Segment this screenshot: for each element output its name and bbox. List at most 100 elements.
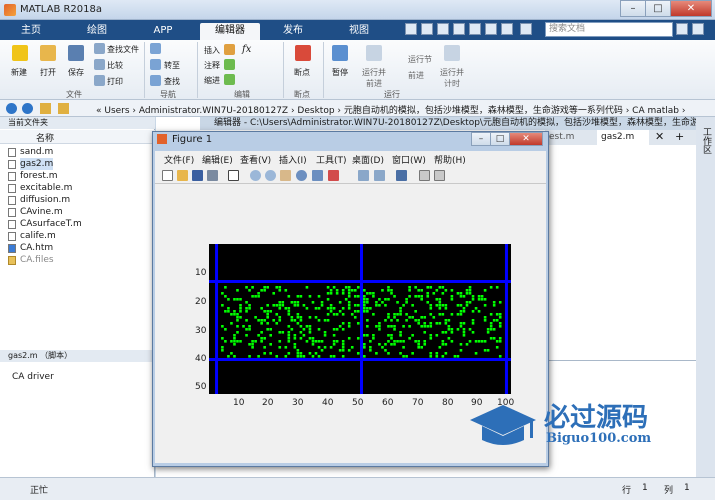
back-icon[interactable]: [6, 103, 17, 114]
add-tab-icon[interactable]: +: [675, 130, 684, 143]
quick-cut-icon[interactable]: [421, 23, 433, 35]
menu-insert[interactable]: 插入(I): [279, 153, 307, 166]
tab-apps[interactable]: APP: [138, 23, 188, 40]
open-button[interactable]: 打开: [40, 67, 56, 78]
browse-folder-icon[interactable]: [58, 103, 69, 114]
file-item[interactable]: CAvine.m: [8, 206, 63, 218]
goto-button[interactable]: 转至: [164, 60, 180, 71]
file-item[interactable]: diffusion.m: [8, 194, 70, 206]
address-path[interactable]: « Users › Administrator.WIN7U-20180127Z …: [96, 103, 685, 116]
tab-publish[interactable]: 发布: [268, 23, 318, 40]
pan-icon[interactable]: [280, 170, 291, 181]
switch-window-icon[interactable]: [501, 23, 513, 35]
insert-button[interactable]: 插入: [204, 45, 220, 56]
menu-help[interactable]: 帮助(H): [434, 153, 466, 166]
insert-icon[interactable]: [224, 44, 235, 55]
brush-icon[interactable]: [328, 170, 339, 181]
figure-maximize-button[interactable]: □: [490, 132, 510, 146]
pause-button[interactable]: 暂停: [332, 67, 348, 78]
link-plot-icon[interactable]: [358, 170, 369, 181]
help-icon[interactable]: [520, 23, 532, 35]
run-section-button[interactable]: 运行节: [408, 54, 432, 65]
save-button[interactable]: 保存: [68, 67, 84, 78]
print-button[interactable]: 打印: [107, 76, 123, 87]
compare-button[interactable]: 比较: [107, 60, 123, 71]
folder-item[interactable]: CA.files: [8, 254, 54, 266]
particle-cell: [356, 286, 360, 289]
tab-home[interactable]: 主页: [6, 23, 56, 40]
open-folder-icon[interactable]: [40, 45, 56, 61]
quick-copy-icon[interactable]: [437, 23, 449, 35]
file-item[interactable]: CA.htm: [8, 242, 53, 254]
colorbar-icon[interactable]: [374, 170, 385, 181]
find-files-button[interactable]: 查找文件: [107, 44, 139, 55]
tab-plots[interactable]: 绘图: [72, 23, 122, 40]
redo-icon[interactable]: [485, 23, 497, 35]
run-advance-button[interactable]: 运行并 前进: [362, 67, 386, 89]
file-item[interactable]: CAsurfaceT.m: [8, 218, 82, 230]
zoom-out-icon[interactable]: [265, 170, 276, 181]
data-cursor-icon[interactable]: [312, 170, 323, 181]
fx-button[interactable]: fx: [242, 44, 251, 55]
maximize-button[interactable]: □: [645, 0, 671, 17]
menu-file[interactable]: 文件(F): [164, 153, 194, 166]
print-figure-icon[interactable]: [207, 170, 218, 181]
undo-icon[interactable]: [469, 23, 481, 35]
percent-icon[interactable]: [224, 59, 235, 70]
minimize-button[interactable]: –: [620, 0, 646, 17]
workspace-sidebar[interactable]: 工作区: [696, 117, 715, 477]
back-arrow-icon[interactable]: [150, 43, 161, 54]
tab-est[interactable]: est.m: [549, 132, 574, 142]
hide-tools-icon[interactable]: [419, 170, 430, 181]
menu-edit[interactable]: 编辑(E): [202, 153, 233, 166]
breakpoints-icon[interactable]: [295, 45, 311, 61]
forward-icon[interactable]: [22, 103, 33, 114]
figure-close-button[interactable]: ✕: [509, 132, 543, 146]
close-button[interactable]: ✕: [670, 0, 712, 17]
open-icon[interactable]: [177, 170, 188, 181]
column-header[interactable]: 名称: [0, 130, 155, 144]
menu-window[interactable]: 窗口(W): [392, 153, 426, 166]
file-item[interactable]: sand.m: [8, 146, 53, 158]
close-tab-icon[interactable]: ✕: [655, 130, 664, 143]
file-item[interactable]: excitable.m: [8, 182, 72, 194]
save-icon[interactable]: [68, 45, 84, 61]
breakpoints-button[interactable]: 断点: [294, 67, 310, 78]
name-column-label[interactable]: 名称: [36, 131, 54, 144]
tab-view[interactable]: 视图: [334, 23, 384, 40]
new-figure-icon[interactable]: [162, 170, 173, 181]
advance-button[interactable]: 前进: [408, 70, 424, 81]
menu-view[interactable]: 查看(V): [240, 153, 271, 166]
quick-paste-icon[interactable]: [453, 23, 465, 35]
file-item-selected[interactable]: gas2.m: [8, 158, 54, 170]
search-icon[interactable]: [676, 23, 688, 35]
menu-desktop[interactable]: 桌面(D): [352, 153, 384, 166]
filter-icon[interactable]: [692, 23, 704, 35]
zoom-in-icon[interactable]: [250, 170, 261, 181]
save-figure-icon[interactable]: [192, 170, 203, 181]
rotate-icon[interactable]: [296, 170, 307, 181]
indent-icon[interactable]: [224, 74, 235, 85]
run-advance-icon[interactable]: [366, 45, 382, 61]
tab-editor[interactable]: 编辑器: [200, 23, 260, 40]
find-button[interactable]: 查找: [164, 76, 180, 87]
pause-icon[interactable]: [332, 45, 348, 61]
up-folder-icon[interactable]: [40, 103, 51, 114]
run-time-button[interactable]: 运行并 计时: [440, 67, 464, 89]
search-input[interactable]: 搜索文档: [545, 22, 673, 37]
tab-gas2[interactable]: gas2.m: [597, 130, 649, 145]
legend-icon[interactable]: [396, 170, 407, 181]
workspace-label[interactable]: 工作区: [699, 127, 711, 154]
figure-minimize-button[interactable]: –: [471, 132, 491, 146]
pointer-icon[interactable]: [228, 170, 239, 181]
new-icon[interactable]: [12, 45, 28, 61]
new-button[interactable]: 新建: [11, 67, 27, 78]
quick-save-icon[interactable]: [405, 23, 417, 35]
indent-button[interactable]: 缩进: [204, 75, 220, 86]
file-item[interactable]: calife.m: [8, 230, 56, 242]
dock-icon[interactable]: [434, 170, 445, 181]
run-time-icon[interactable]: [444, 45, 460, 61]
menu-tools[interactable]: 工具(T): [316, 153, 347, 166]
comment-button[interactable]: 注释: [204, 60, 220, 71]
file-item[interactable]: forest.m: [8, 170, 58, 182]
